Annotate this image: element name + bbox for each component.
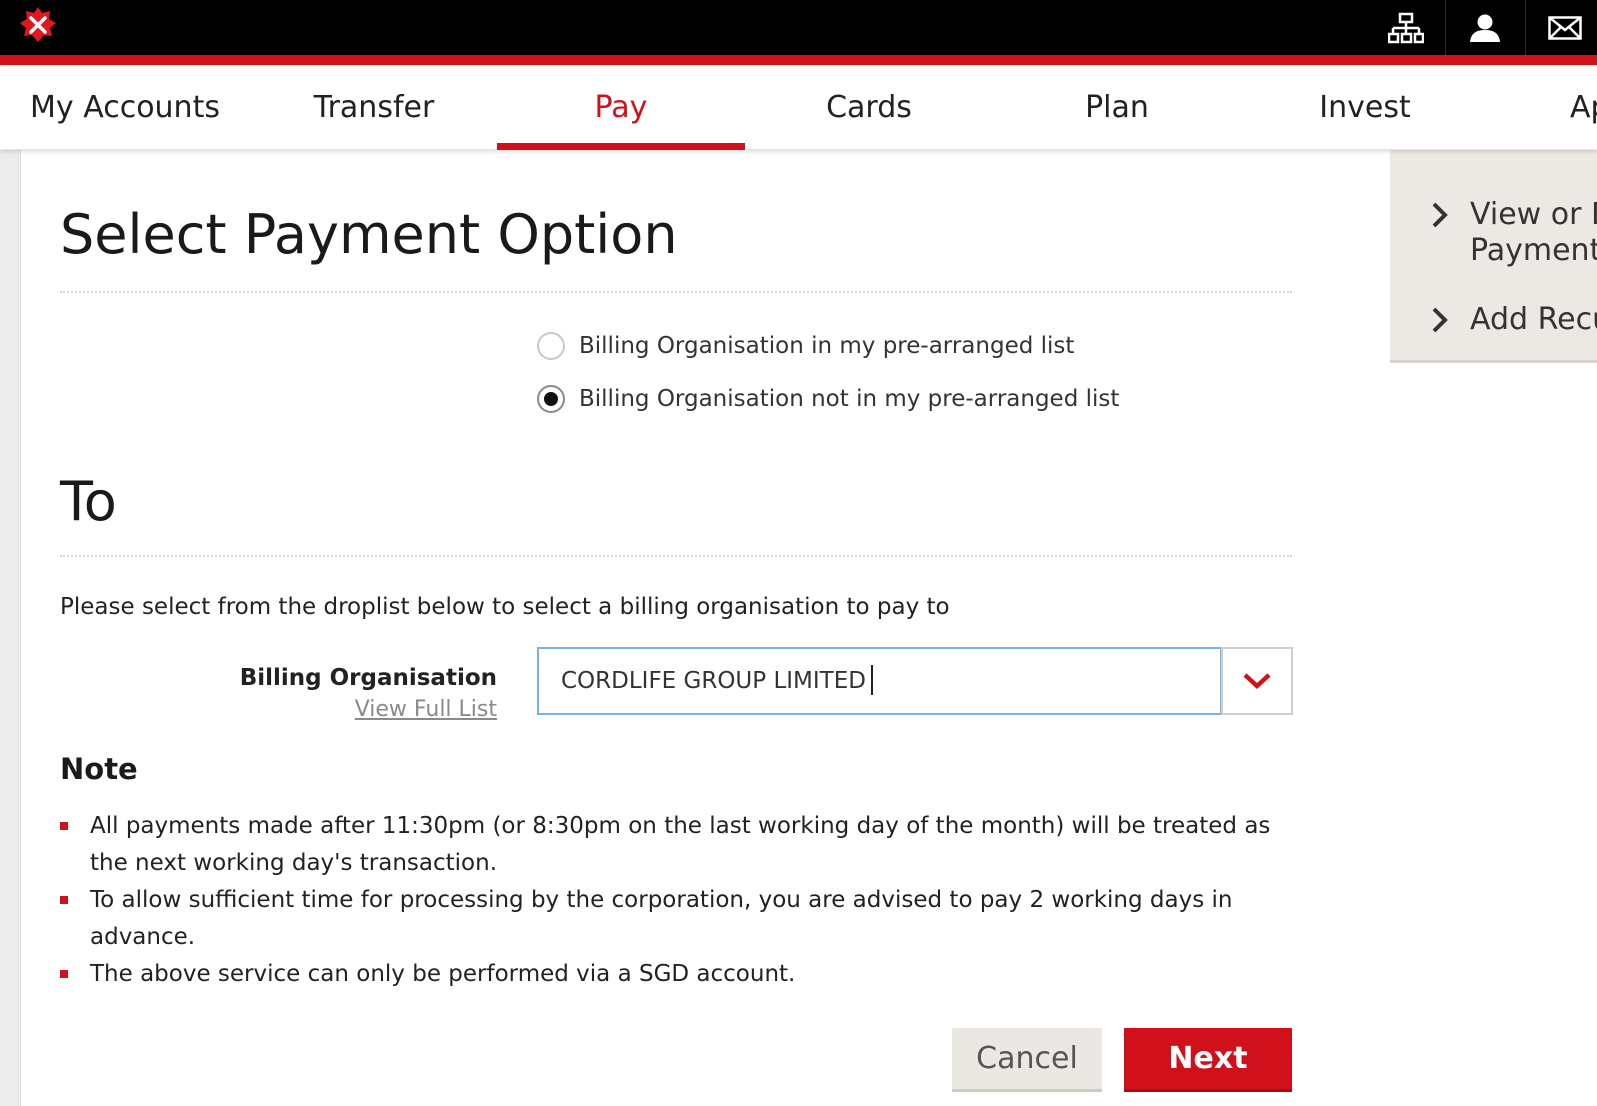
- next-button[interactable]: Next: [1124, 1028, 1292, 1092]
- bullet-icon: [60, 896, 68, 904]
- chevron-down-icon: [1243, 673, 1271, 690]
- bullet-icon: [60, 970, 68, 978]
- page-title: Select Payment Option: [60, 203, 678, 266]
- nav-apply[interactable]: Ap: [1570, 65, 1597, 149]
- nav-plan[interactable]: Plan: [993, 65, 1241, 149]
- sitemap-icon[interactable]: [1367, 0, 1445, 55]
- nav-cards[interactable]: Cards: [745, 65, 993, 149]
- cancel-button[interactable]: Cancel: [952, 1028, 1102, 1092]
- bullet-icon: [60, 822, 68, 830]
- note-text: The above service can only be performed …: [90, 961, 796, 987]
- billing-organisation-label: Billing Organisation: [239, 665, 497, 691]
- note-heading: Note: [60, 752, 138, 786]
- nav-transfer[interactable]: Transfer: [250, 65, 498, 149]
- note-text: All payments made after 11:30pm (or 8:30…: [90, 813, 1271, 876]
- text-cursor: [871, 665, 873, 695]
- sidebar-item-label: Payment: [1470, 233, 1597, 268]
- section-title-to: To: [60, 470, 117, 533]
- sidebar-item-label: Add Recu: [1470, 302, 1597, 337]
- chevron-right-icon: [1432, 307, 1448, 333]
- user-icon[interactable]: [1446, 0, 1524, 55]
- mail-icon[interactable]: [1526, 0, 1597, 55]
- top-bar: [0, 0, 1597, 55]
- main-nav: My Accounts Transfer Pay Cards Plan Inve…: [0, 65, 1597, 150]
- quick-links-sidebar: View or D Payment Add Recu: [1390, 150, 1597, 363]
- left-gutter: [0, 150, 21, 1106]
- billing-organisation-dropdown-button[interactable]: [1221, 647, 1293, 715]
- option-label: Billing Organisation in my pre-arranged …: [579, 333, 1075, 359]
- note-item: All payments made after 11:30pm (or 8:30…: [60, 808, 1300, 882]
- note-list: All payments made after 11:30pm (or 8:30…: [60, 808, 1300, 993]
- sidebar-item-label: View or D: [1470, 197, 1597, 232]
- option-label: Billing Organisation not in my pre-arran…: [579, 386, 1120, 412]
- brand-stripe: [0, 55, 1597, 65]
- option-preset-list[interactable]: Billing Organisation in my pre-arranged …: [537, 329, 1074, 363]
- radio-preset-list[interactable]: [537, 332, 565, 360]
- nav-my-accounts[interactable]: My Accounts: [0, 65, 250, 149]
- divider: [60, 555, 1292, 557]
- note-item: The above service can only be performed …: [60, 956, 1300, 993]
- option-not-preset-list[interactable]: Billing Organisation not in my pre-arran…: [537, 382, 1119, 416]
- radio-not-preset-list[interactable]: [537, 385, 565, 413]
- chevron-right-icon: [1432, 202, 1448, 228]
- billing-organisation-input[interactable]: [537, 647, 1222, 715]
- note-text: To allow sufficient time for processing …: [90, 887, 1233, 950]
- nav-pay[interactable]: Pay: [497, 65, 745, 149]
- divider: [60, 291, 1292, 293]
- note-item: To allow sufficient time for processing …: [60, 882, 1300, 956]
- active-tab-indicator: [497, 143, 745, 150]
- x-logo-icon[interactable]: [18, 5, 58, 45]
- nav-invest[interactable]: Invest: [1241, 65, 1489, 149]
- instruction-text: Please select from the droplist below to…: [60, 594, 950, 620]
- view-full-list-link[interactable]: View Full List: [355, 697, 497, 722]
